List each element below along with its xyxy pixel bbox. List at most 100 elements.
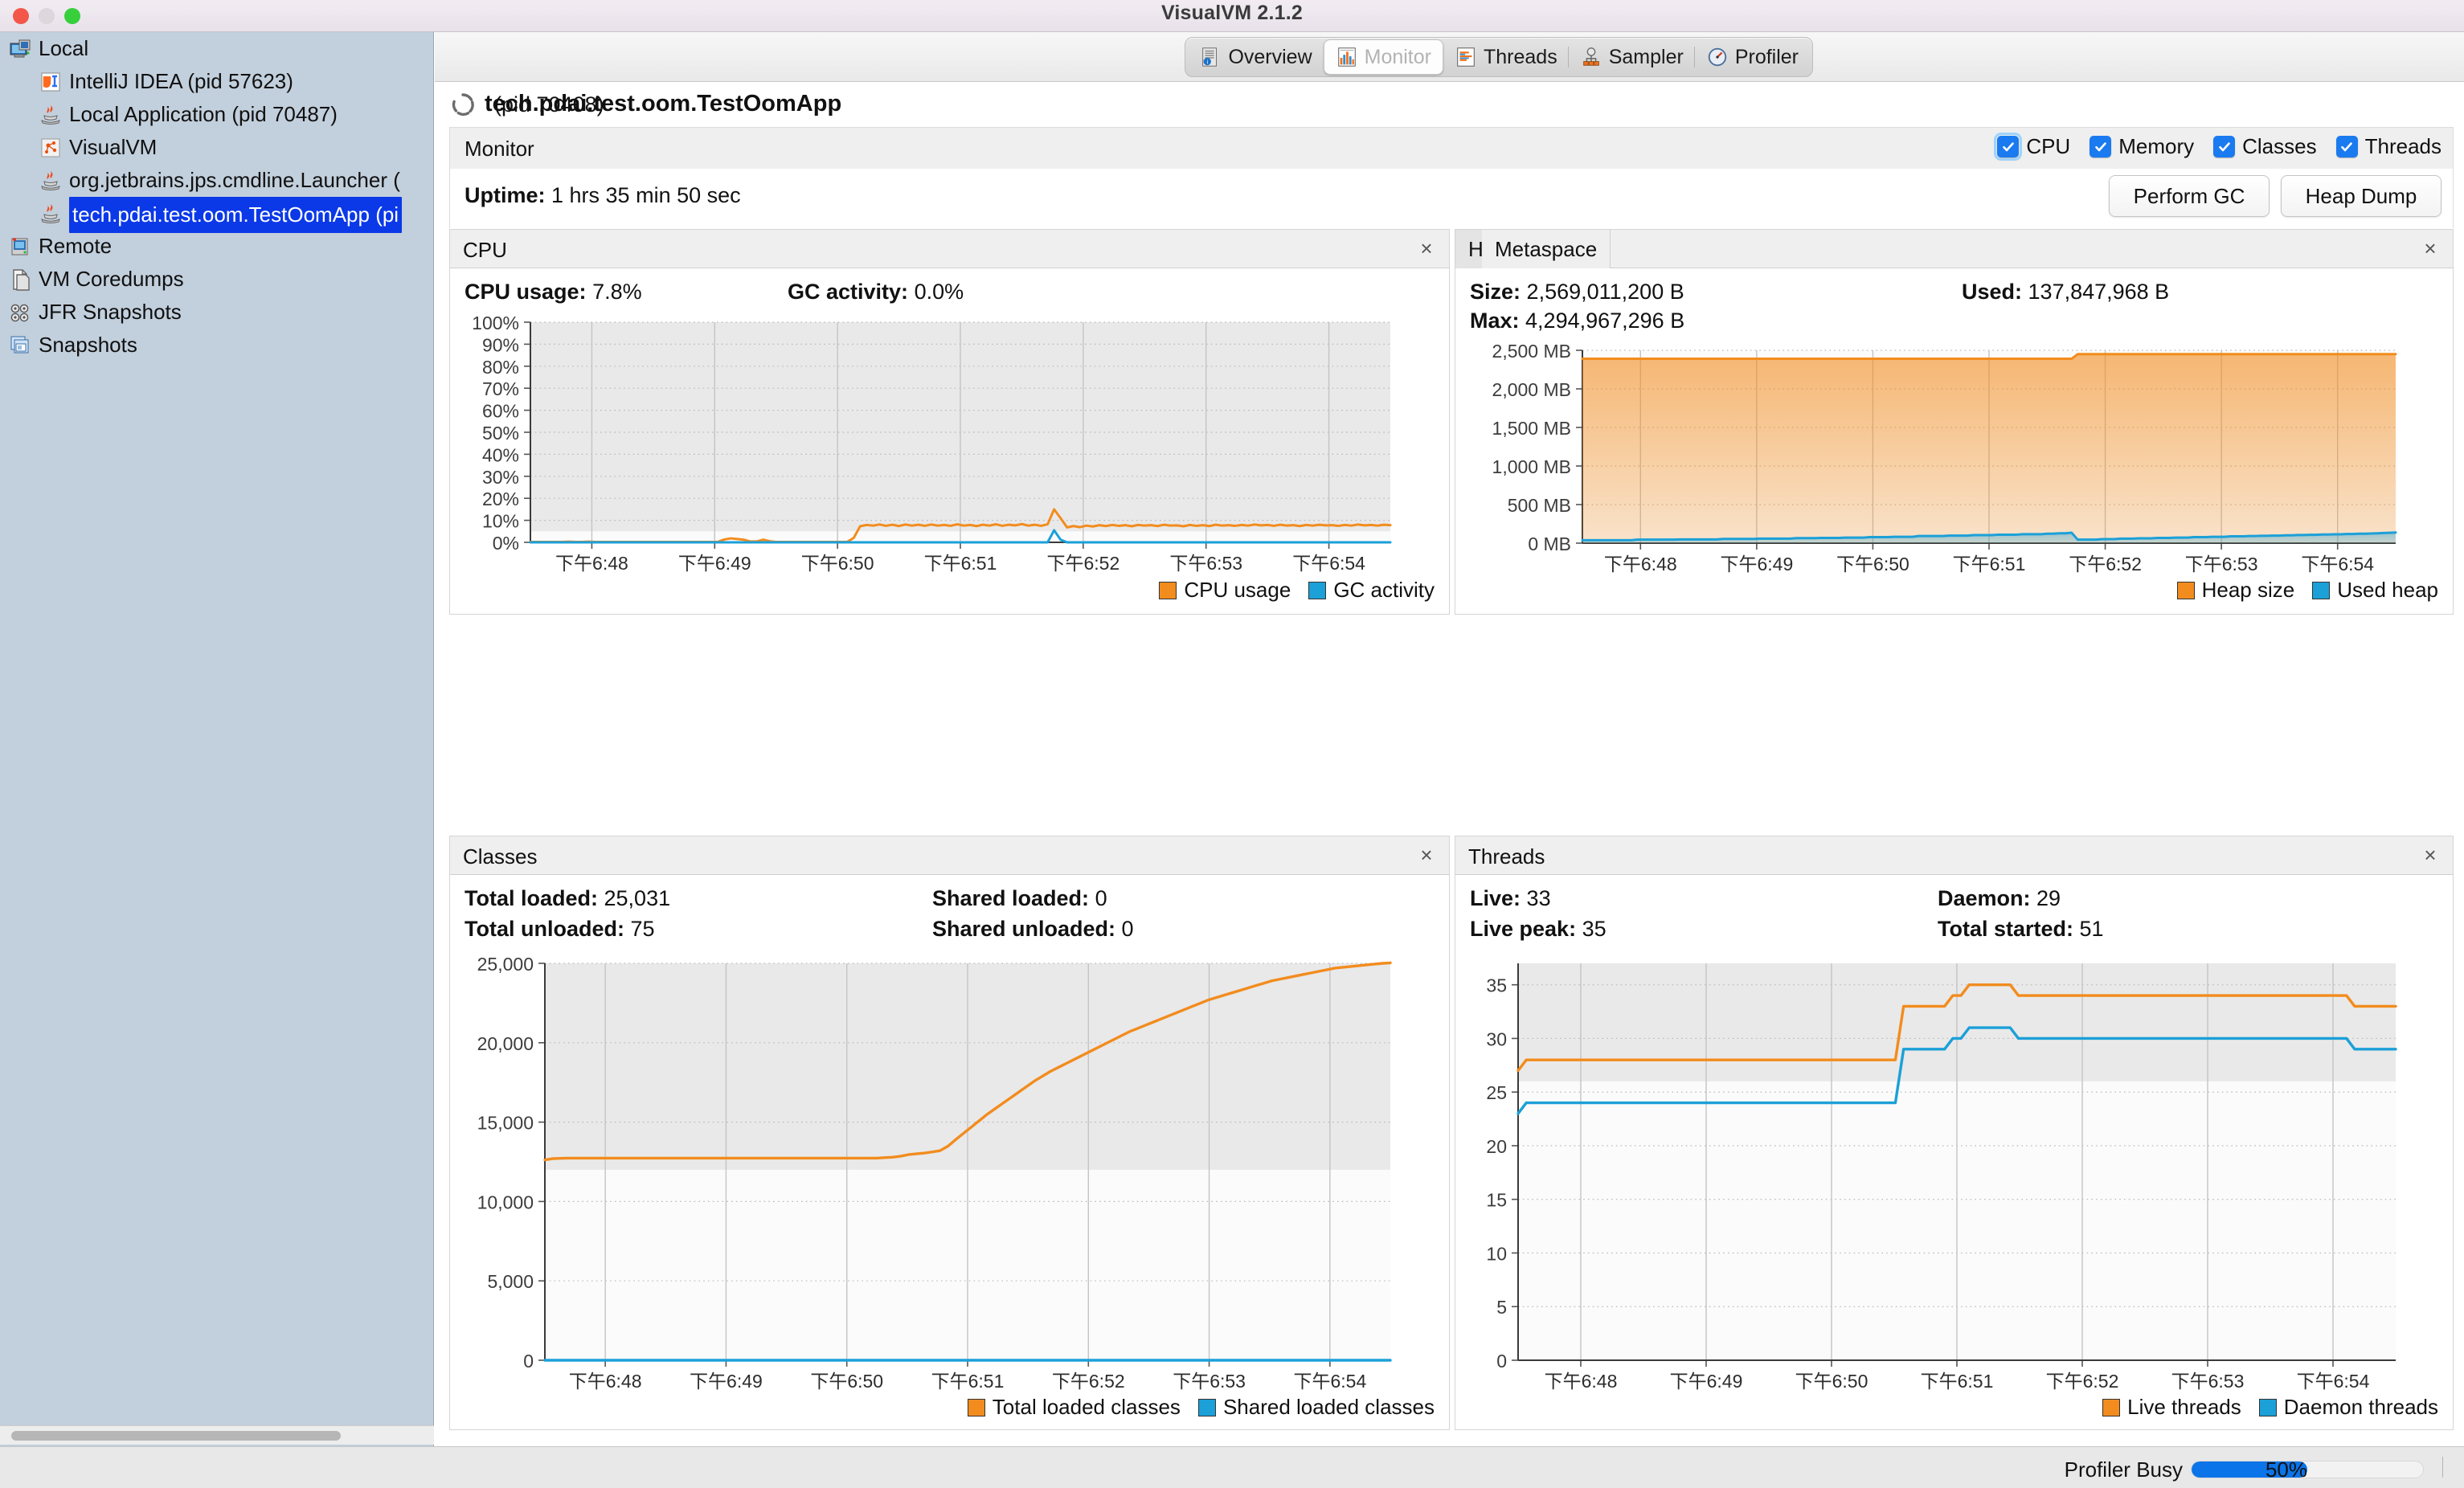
svg-text:80%: 80% xyxy=(482,357,519,378)
svg-text:下午6:54: 下午6:54 xyxy=(2301,554,2374,574)
tree-item-org-jetbrains-jps-cmdline-launcher[interactable]: org.jetbrains.jps.cmdline.Launcher ( xyxy=(0,164,433,197)
tree-item-label: Snapshots xyxy=(39,329,137,362)
svg-text:下午6:48: 下午6:48 xyxy=(1604,554,1677,574)
profiler-busy-percent: 50% xyxy=(2265,1457,2307,1482)
svg-text:下午6:49: 下午6:49 xyxy=(1670,1371,1743,1392)
svg-text:下午6:54: 下午6:54 xyxy=(1292,553,1365,574)
svg-text:0%: 0% xyxy=(493,533,519,554)
svg-text:70%: 70% xyxy=(482,378,519,399)
tree-item-intellij-idea-pid-57623[interactable]: IntelliJ IDEA (pid 57623) xyxy=(0,65,433,98)
classes-panel-header: Classes × xyxy=(450,836,1449,875)
checkbox-classes[interactable]: Classes xyxy=(2213,134,2316,159)
svg-text:40%: 40% xyxy=(482,444,519,465)
threads-chart-legend: Live threads Daemon threads xyxy=(2102,1395,2438,1420)
scrollbar-thumb[interactable] xyxy=(11,1431,341,1441)
svg-text:1,000 MB: 1,000 MB xyxy=(1492,456,1571,477)
cpu-chart[interactable]: 0%10%20%30%40%50%60%70%80%90%100%下午6:48下… xyxy=(456,314,1405,579)
threads-chart[interactable]: 05101520253035下午6:48下午6:49下午6:50下午6:51下午… xyxy=(1462,955,2410,1397)
checkbox-threads[interactable]: Threads xyxy=(2336,134,2441,159)
perform-gc-button[interactable]: Perform GC xyxy=(2109,175,2270,217)
legend-label: Used heap xyxy=(2337,578,2438,603)
checkmark-icon[interactable] xyxy=(2336,136,2358,157)
threads-panel-header: Threads × xyxy=(1455,836,2453,875)
legend-label: Daemon threads xyxy=(2284,1395,2438,1420)
close-icon[interactable]: × xyxy=(1415,236,1438,261)
legend-swatch-icon xyxy=(1198,1399,1216,1416)
heap-used-label: Used: xyxy=(1962,280,2022,304)
tree-item-tech-pdai-test-oom-testoomapp-pi[interactable]: tech.pdai.test.oom.TestOomApp (pi xyxy=(0,197,433,230)
heap-dump-button[interactable]: Heap Dump xyxy=(2281,175,2441,217)
applications-tree-sidebar[interactable]: LocalIntelliJ IDEA (pid 57623)Local Appl… xyxy=(0,32,434,1446)
checkbox-label: Classes xyxy=(2242,134,2316,159)
svg-text:0: 0 xyxy=(1496,1351,1507,1371)
svg-text:30%: 30% xyxy=(482,467,519,488)
tab-profiler[interactable]: Profiler xyxy=(1695,39,1810,75)
classes-panel-title: Classes xyxy=(463,844,537,869)
svg-text:下午6:49: 下午6:49 xyxy=(678,553,751,574)
tree-item-jfr-snapshots[interactable]: JFR Snapshots xyxy=(0,296,433,329)
tab-threads[interactable]: Threads xyxy=(1443,39,1569,75)
threads-panel-title: Threads xyxy=(1468,844,1545,869)
tree-item-vm-coredumps[interactable]: VM Coredumps xyxy=(0,263,433,296)
tab-sampler[interactable]: Sampler xyxy=(1569,39,1695,75)
tree-item-snapshots[interactable]: Snapshots xyxy=(0,329,433,362)
monitor-panel-title: Monitor xyxy=(465,137,534,161)
tab-label: Sampler xyxy=(1609,46,1684,69)
live-peak-stat: Live peak: 35 xyxy=(1470,917,1607,942)
legend-item: Live threads xyxy=(2102,1395,2241,1420)
threads-panel: Threads × Live: 33 Daemon: 29 Live peak:… xyxy=(1455,836,2454,1430)
svg-text:10: 10 xyxy=(1486,1243,1507,1264)
svg-text:20%: 20% xyxy=(482,489,519,509)
view-tabs[interactable]: iOverview Monitor Threads Sampler Profiler xyxy=(1185,37,1813,77)
cpu-panel: CPU × CPU usage: 7.8% GC activity: 0.0% … xyxy=(449,229,1450,615)
tab-overview[interactable]: iOverview xyxy=(1188,39,1323,75)
tree-item-label: VisualVM xyxy=(69,131,157,164)
heap-chart[interactable]: 0 MB500 MB1,000 MB1,500 MB2,000 MB2,500 … xyxy=(1462,342,2410,580)
total-unloaded-value: 75 xyxy=(631,917,655,941)
tree-item-local[interactable]: Local xyxy=(0,32,433,65)
tab-metaspace[interactable]: Metaspace xyxy=(1482,230,1611,268)
svg-text:20: 20 xyxy=(1486,1136,1507,1157)
checkbox-memory[interactable]: Memory xyxy=(2089,134,2194,159)
svg-text:下午6:48: 下午6:48 xyxy=(569,1371,642,1392)
heap-size-stat: Size: 2,569,011,200 B xyxy=(1470,280,1684,305)
heap-size-value: 2,569,011,200 B xyxy=(1527,280,1684,304)
checkmark-icon[interactable] xyxy=(2089,136,2111,157)
cpu-usage-stat: CPU usage: 7.8% xyxy=(465,280,642,305)
classes-panel: Classes × Total loaded: 25,031 Shared lo… xyxy=(449,836,1450,1430)
classes-chart-legend: Total loaded classesShared loaded classe… xyxy=(968,1395,1435,1420)
svg-text:5,000: 5,000 xyxy=(487,1271,534,1292)
tree-item-remote[interactable]: Remote xyxy=(0,230,433,263)
cpu-usage-value: 7.8% xyxy=(592,280,642,304)
snapshots-icon xyxy=(8,333,32,358)
legend-swatch-icon xyxy=(1159,582,1177,599)
tree-item-visualvm[interactable]: VisualVM xyxy=(0,131,433,164)
close-icon[interactable]: × xyxy=(2419,236,2441,261)
legend-swatch-icon xyxy=(968,1399,985,1416)
close-icon[interactable]: × xyxy=(2419,843,2441,868)
cpu-panel-header: CPU × xyxy=(450,230,1449,268)
svg-text:5: 5 xyxy=(1496,1297,1507,1318)
svg-text:下午6:54: 下午6:54 xyxy=(1293,1371,1366,1392)
tab-label: Monitor xyxy=(1365,46,1431,69)
sidebar-horizontal-scrollbar[interactable] xyxy=(0,1425,434,1445)
live-peak-value: 35 xyxy=(1582,917,1607,941)
checkmark-icon[interactable] xyxy=(1997,136,2019,157)
tree-item-label: IntelliJ IDEA (pid 57623) xyxy=(69,65,293,98)
legend-item: Heap size xyxy=(2177,578,2295,603)
tree-item-local-application-pid-70487[interactable]: Local Application (pid 70487) xyxy=(0,98,433,131)
close-icon[interactable]: × xyxy=(1415,843,1438,868)
checkbox-cpu[interactable]: CPU xyxy=(1997,134,2070,159)
tab-monitor[interactable]: Monitor xyxy=(1324,39,1443,75)
application-header: tech.pdai.test.oom.TestOomApp (pid 70408… xyxy=(435,83,2464,128)
legend-label: Live threads xyxy=(2127,1395,2241,1420)
checkmark-icon[interactable] xyxy=(2213,136,2235,157)
svg-text:0: 0 xyxy=(523,1351,534,1371)
metric-checkboxes[interactable]: CPU Memory Classes Threads xyxy=(1997,134,2441,159)
status-bar: Profiler Busy 50% xyxy=(0,1446,2464,1488)
svg-text:500 MB: 500 MB xyxy=(1508,495,1571,516)
shared-loaded-value: 0 xyxy=(1095,886,1107,910)
total-loaded-label: Total loaded: xyxy=(465,886,598,910)
svg-text:1,500 MB: 1,500 MB xyxy=(1492,418,1571,439)
classes-chart[interactable]: 05,00010,00015,00020,00025,000下午6:48下午6:… xyxy=(456,955,1405,1397)
